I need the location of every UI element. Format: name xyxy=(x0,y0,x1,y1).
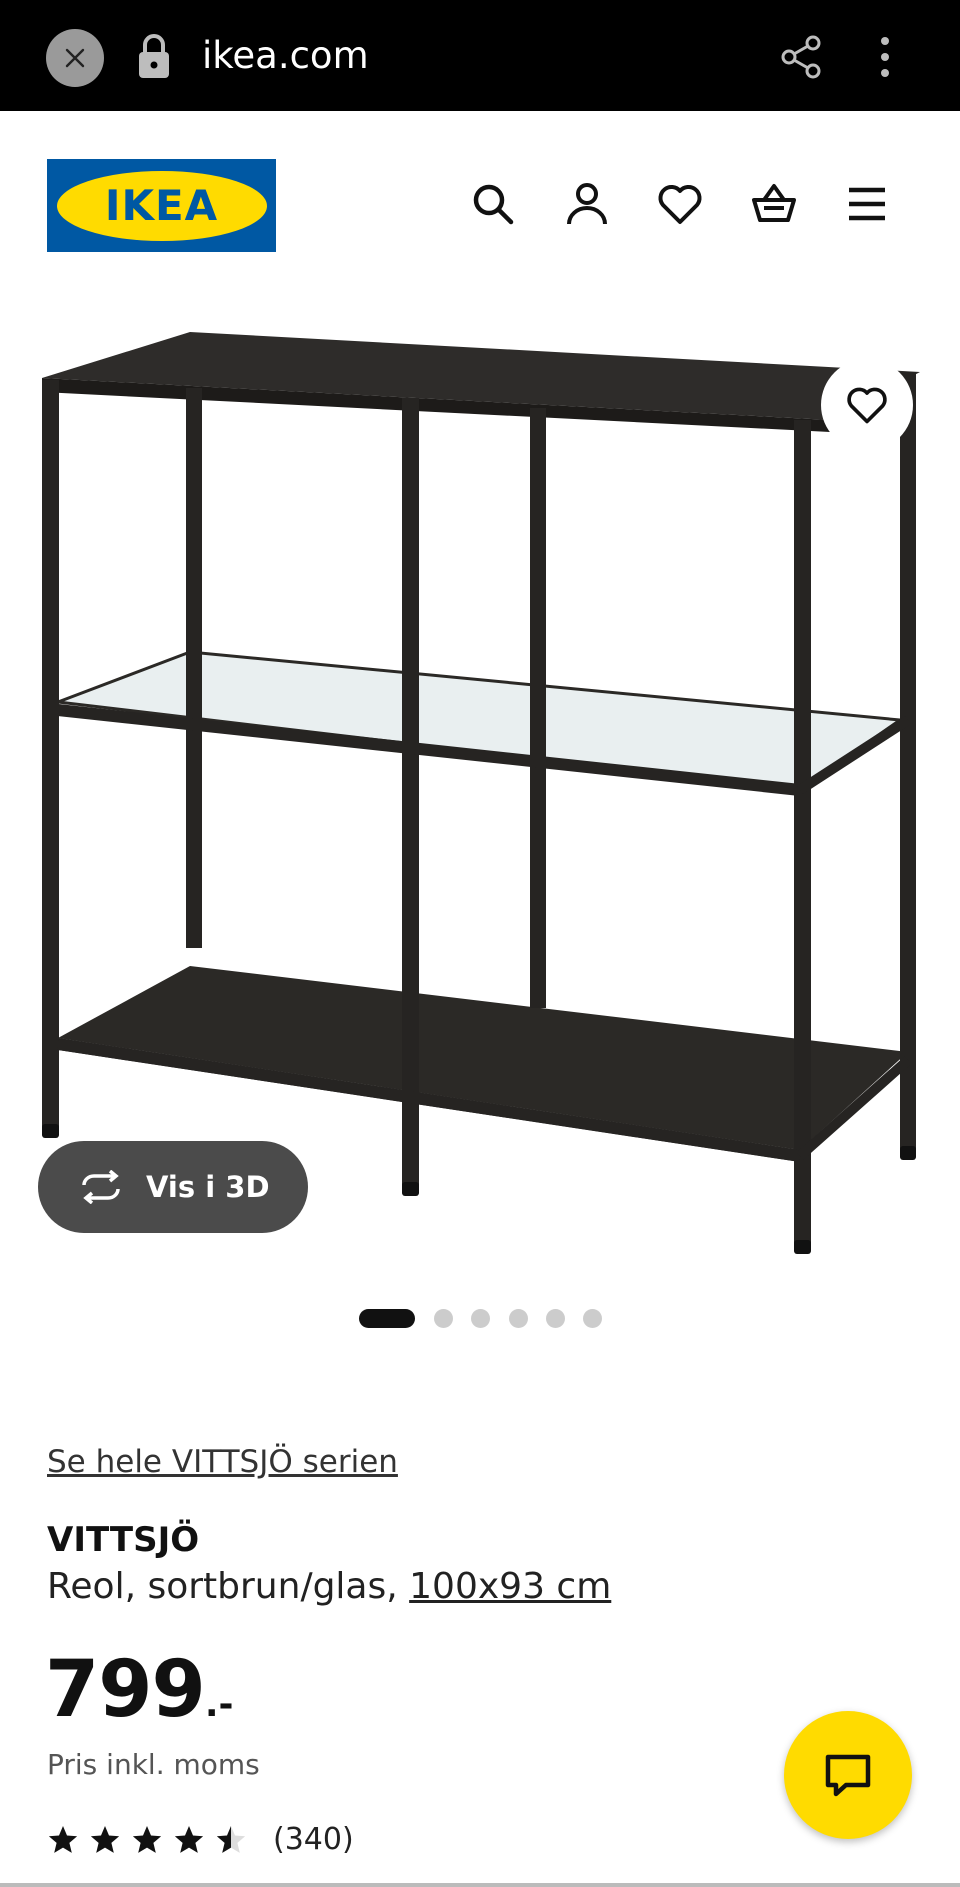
logo-text: IKEA xyxy=(104,181,219,230)
heart-icon xyxy=(847,387,887,424)
carousel-dot-6[interactable] xyxy=(583,1309,602,1328)
product-rating[interactable]: (340) xyxy=(47,1822,354,1857)
account-icon[interactable] xyxy=(563,180,611,228)
product-description: Reol, sortbrun/glas, 100x93 cm xyxy=(47,1566,611,1607)
star-half-icon xyxy=(216,1825,246,1853)
url-text[interactable]: ikea.com xyxy=(202,34,369,77)
browser-toolbar: ikea.com xyxy=(0,0,960,111)
price-integer: 799 xyxy=(45,1645,206,1735)
carousel-pagination xyxy=(0,1309,960,1329)
product-price: 799.- xyxy=(45,1645,233,1735)
view-3d-button[interactable]: Vis i 3D xyxy=(38,1141,308,1233)
close-icon xyxy=(65,48,85,68)
more-vert-icon[interactable] xyxy=(872,34,898,80)
star-icon xyxy=(132,1825,162,1853)
cart-icon[interactable] xyxy=(750,180,798,228)
chat-icon xyxy=(825,1754,871,1797)
menu-icon[interactable] xyxy=(843,180,891,228)
lock-icon xyxy=(139,34,169,78)
price-note: Pris inkl. moms xyxy=(47,1748,260,1781)
carousel-dot-5[interactable] xyxy=(546,1309,565,1328)
product-size-link[interactable]: 100x93 cm xyxy=(409,1566,611,1607)
product-name: VITTSJÖ xyxy=(47,1520,200,1560)
save-to-favourites-button[interactable] xyxy=(821,359,913,451)
star-icon xyxy=(90,1825,120,1853)
carousel-dot-2[interactable] xyxy=(434,1309,453,1328)
logo-oval: IKEA xyxy=(56,170,267,241)
close-tab-button[interactable] xyxy=(46,29,104,87)
ikea-logo[interactable]: IKEA xyxy=(47,159,276,252)
review-count: (340) xyxy=(273,1822,354,1857)
divider xyxy=(0,1883,960,1887)
rotate-3d-icon xyxy=(82,1170,120,1204)
star-icon xyxy=(48,1825,78,1853)
carousel-dot-3[interactable] xyxy=(471,1309,490,1328)
search-icon[interactable] xyxy=(469,180,517,228)
carousel-dot-4[interactable] xyxy=(509,1309,528,1328)
share-icon[interactable] xyxy=(778,34,824,80)
chat-button[interactable] xyxy=(784,1711,912,1839)
series-link[interactable]: Se hele VITTSJÖ serien xyxy=(47,1444,398,1480)
carousel-dot-1[interactable] xyxy=(359,1309,415,1328)
product-type-text: Reol, sortbrun/glas, xyxy=(47,1566,398,1607)
heart-icon[interactable] xyxy=(656,180,704,228)
price-suffix: .- xyxy=(204,1684,234,1725)
view-3d-label: Vis i 3D xyxy=(146,1170,270,1204)
star-icon xyxy=(174,1825,204,1853)
